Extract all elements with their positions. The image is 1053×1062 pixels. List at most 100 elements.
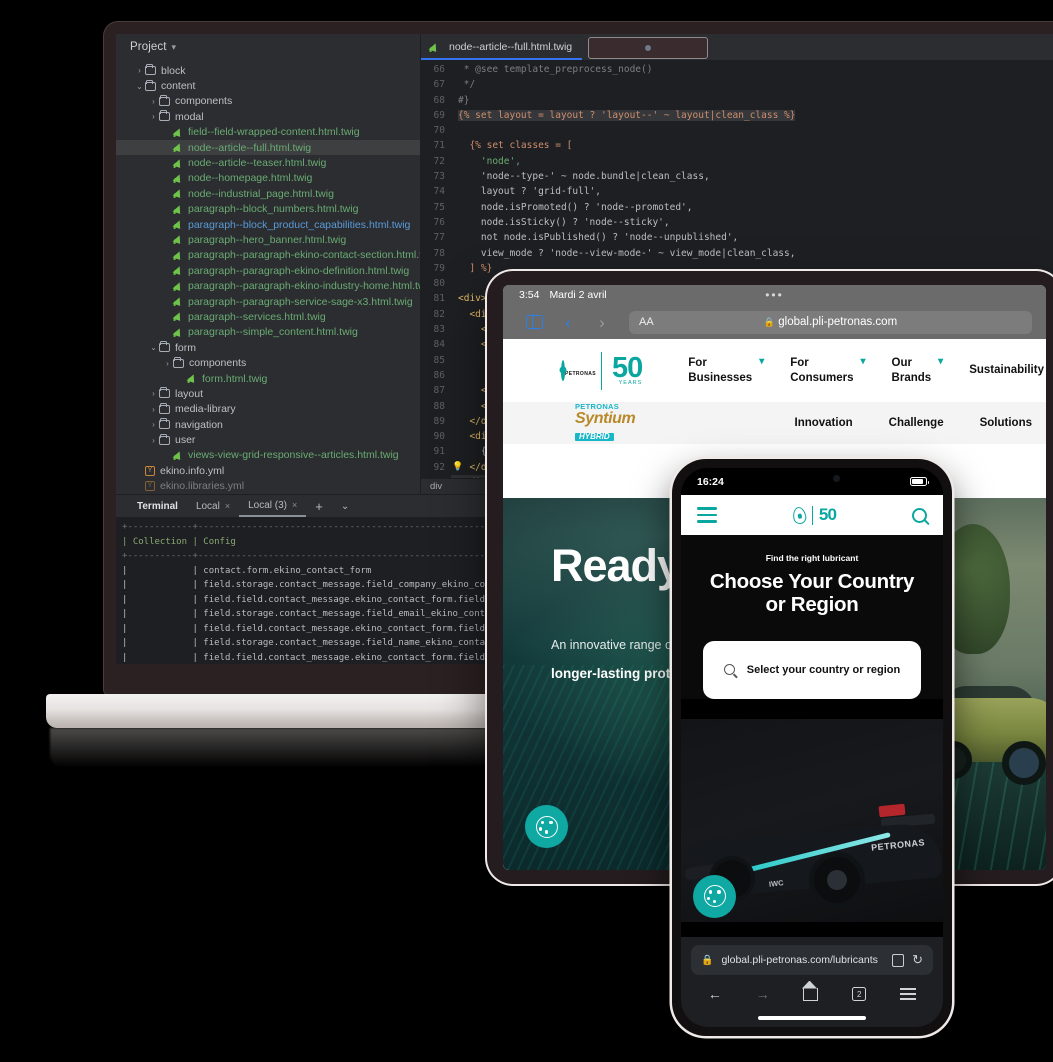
site-nav-item[interactable]: For Businesses ▾: [688, 356, 764, 384]
search-icon[interactable]: [912, 507, 927, 523]
back-button[interactable]: ‹: [551, 314, 585, 331]
chevron-down-icon[interactable]: ▾: [172, 42, 177, 53]
sidebar-toggle-button[interactable]: [517, 314, 551, 330]
close-icon[interactable]: ×: [225, 501, 230, 511]
menu-icon[interactable]: [900, 988, 917, 1000]
home-icon[interactable]: [803, 987, 819, 1001]
terminal-tab-local[interactable]: Local ×: [187, 495, 239, 517]
site-header: PETRONAS 50 YEARS For Businesses ▾ For Consu…: [503, 339, 1046, 402]
reload-icon[interactable]: ↻: [912, 952, 923, 968]
tree-item[interactable]: ›paragraph--paragraph-service-sage-x3.ht…: [116, 294, 420, 309]
back-button[interactable]: ←: [708, 986, 722, 1002]
tree-item[interactable]: ›paragraph--paragraph-ekino-industry-hom…: [116, 278, 420, 293]
tree-item[interactable]: ›paragraph--block_product_capabilities.h…: [116, 217, 420, 232]
tree-item[interactable]: › navigation: [116, 417, 420, 432]
tree-item[interactable]: › media-library: [116, 402, 420, 417]
code-line[interactable]: */: [451, 77, 1053, 92]
hamburger-icon[interactable]: [697, 507, 717, 523]
logo-divider: [601, 351, 602, 390]
tree-item[interactable]: ›views-view-grid-responsive--articles.ht…: [116, 448, 420, 463]
chevron-right-icon[interactable]: ›: [148, 389, 159, 398]
tree-item[interactable]: ›node--article--teaser.html.twig: [116, 155, 420, 170]
tree-item[interactable]: ›node--industrial_page.html.twig: [116, 186, 420, 201]
tree-item[interactable]: › components: [116, 94, 420, 109]
site-nav-item[interactable]: Sustainability: [969, 363, 1044, 377]
tree-item[interactable]: ›Yekino.libraries.yml: [116, 479, 420, 494]
petronas-logo[interactable]: PETRONAS 50 YEARS: [561, 351, 643, 390]
tree-item[interactable]: ›Yekino.info.yml: [116, 463, 420, 478]
address-bar[interactable]: AA 🔒 global.pli-petronas.com: [629, 310, 1032, 334]
code-line[interactable]: not node.isPublished() ? 'node--unpublis…: [451, 230, 1053, 245]
tree-item[interactable]: ›paragraph--services.html.twig: [116, 309, 420, 324]
editor-tab-placeholder[interactable]: [588, 37, 709, 59]
chevron-down-icon[interactable]: ▾: [759, 356, 764, 367]
tree-item[interactable]: › block: [116, 63, 420, 78]
folder-icon: [145, 64, 156, 76]
tree-item[interactable]: ›paragraph--simple_content.html.twig: [116, 325, 420, 340]
tree-item[interactable]: ›paragraph--block_numbers.html.twig: [116, 202, 420, 217]
tree-item[interactable]: › user: [116, 432, 420, 447]
twig-file-icon: [173, 204, 183, 215]
tree-item[interactable]: › layout: [116, 386, 420, 401]
phone-address-bar[interactable]: 🔒 global.pli-petronas.com/lubricants ↻: [691, 945, 933, 975]
tree-item[interactable]: ›paragraph--paragraph-ekino-definition.h…: [116, 263, 420, 278]
file-tree[interactable]: ›block⌄content›components›modal›field--f…: [116, 60, 420, 494]
petronas-logo[interactable]: 50: [791, 505, 837, 525]
tree-item[interactable]: ⌄ content: [116, 78, 420, 93]
chevron-right-icon[interactable]: ›: [148, 112, 159, 121]
code-line[interactable]: * @see template_preprocess_node(): [451, 62, 1053, 77]
code-line[interactable]: node.isPromoted() ? 'node--promoted',: [451, 200, 1053, 215]
chevron-down-icon[interactable]: ▾: [938, 356, 943, 367]
code-line[interactable]: #}: [451, 93, 1053, 108]
code-line[interactable]: {% set layout = layout ? 'layout--' ~ la…: [451, 108, 1053, 123]
chevron-down-icon[interactable]: ▾: [861, 356, 866, 367]
code-line[interactable]: layout ? 'grid-full',: [451, 184, 1053, 199]
tree-item[interactable]: › components: [116, 355, 420, 370]
site-subnav-item[interactable]: Innovation: [795, 417, 853, 429]
tree-item[interactable]: ›node--article--full.html.twig: [116, 139, 420, 156]
tree-item[interactable]: ›paragraph--hero_banner.html.twig: [116, 232, 420, 247]
terminal-dropdown-button[interactable]: ⌄: [332, 495, 358, 517]
code-line[interactable]: {% set classes = [: [451, 138, 1053, 153]
chevron-down-icon[interactable]: ⌄: [148, 343, 159, 352]
reader-mode-icon[interactable]: [892, 953, 905, 967]
forward-button[interactable]: →: [756, 986, 770, 1002]
chevron-right-icon[interactable]: ›: [148, 97, 159, 106]
site-subnav-item[interactable]: Solutions: [980, 417, 1032, 429]
tree-item[interactable]: ›paragraph--paragraph-ekino-contact-sect…: [116, 248, 420, 263]
accessibility-fab-button[interactable]: [525, 805, 568, 848]
chevron-right-icon[interactable]: ›: [148, 420, 159, 429]
tree-item[interactable]: › modal: [116, 109, 420, 124]
country-select-input[interactable]: Select your country or region: [703, 640, 921, 699]
chevron-down-icon[interactable]: ⌄: [134, 82, 145, 91]
chevron-right-icon[interactable]: ›: [134, 66, 145, 75]
site-nav-item[interactable]: Our Brands ▾: [892, 356, 944, 384]
chevron-right-icon[interactable]: ›: [162, 359, 173, 368]
tabs-count-icon[interactable]: 2: [852, 987, 867, 1001]
close-icon[interactable]: ×: [292, 500, 297, 510]
syntium-product-logo[interactable]: PETRONAS Syntium HYBRID: [575, 403, 636, 443]
chevron-right-icon[interactable]: ›: [148, 405, 159, 414]
terminal-add-tab-button[interactable]: +: [306, 495, 332, 517]
terminal-tab-local-3[interactable]: Local (3) ×: [239, 495, 307, 517]
lightbulb-icon[interactable]: 💡: [452, 460, 463, 475]
tree-item[interactable]: ⌄ form: [116, 340, 420, 355]
tree-item[interactable]: ›node--homepage.html.twig: [116, 171, 420, 186]
tree-item[interactable]: ›form.html.twig: [116, 371, 420, 386]
code-line[interactable]: 'node',: [451, 154, 1053, 169]
code-line[interactable]: 'node--type-' ~ node.bundle|clean_class,: [451, 169, 1053, 184]
chevron-right-icon[interactable]: ›: [148, 436, 159, 445]
forward-button[interactable]: ›: [585, 314, 619, 331]
tree-item[interactable]: ›field--field-wrapped-content.html.twig: [116, 125, 420, 140]
tree-item-label: paragraph--paragraph-ekino-definition.ht…: [188, 264, 410, 277]
site-nav-item[interactable]: For Consumers ▾: [790, 356, 865, 384]
code-line[interactable]: view_mode ? 'node--view-mode-' ~ view_mo…: [451, 246, 1053, 261]
site-subnav-links[interactable]: Innovation Challenge Solutions: [795, 417, 1047, 429]
editor-tab-active[interactable]: node--article--full.html.twig: [421, 34, 583, 60]
code-line[interactable]: node.isSticky() ? 'node--sticky',: [451, 215, 1053, 230]
site-main-nav[interactable]: For Businesses ▾ For Consumers ▾ Our Brands ▾ Sus…: [688, 356, 1046, 384]
code-line[interactable]: [451, 123, 1053, 138]
accessibility-fab-button[interactable]: [693, 874, 736, 918]
site-subnav-item[interactable]: Challenge: [889, 417, 944, 429]
project-panel-header[interactable]: Project ▾: [116, 34, 420, 60]
